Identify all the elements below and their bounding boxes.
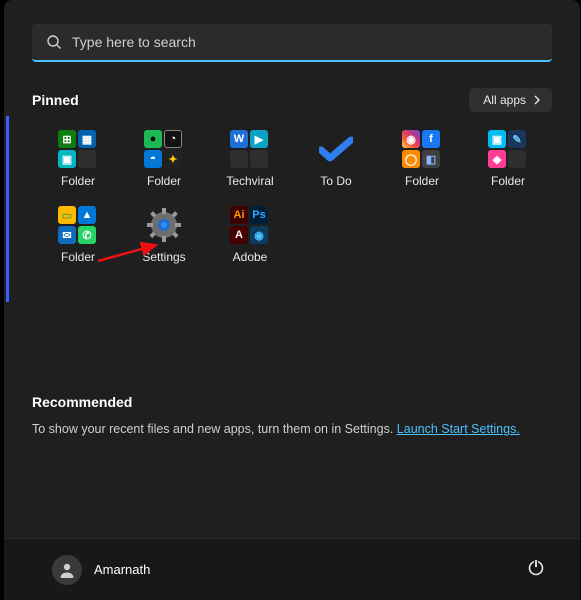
folder-icon: ▭ ▲ ✉ ✆ bbox=[58, 206, 98, 244]
folder-icon: ◉ f ◯ ◧ bbox=[402, 130, 442, 168]
window-accent-edge bbox=[6, 116, 9, 302]
pinned-app-todo[interactable]: To Do bbox=[294, 130, 378, 188]
pinned-grid: ⊞ ▦ ▣ Folder ● ◔ ◓ ✦ Folder W ▶ Te bbox=[36, 130, 580, 264]
launch-start-settings-link[interactable]: Launch Start Settings. bbox=[397, 422, 520, 436]
search-placeholder: Type here to search bbox=[72, 34, 196, 50]
recommended-text: To show your recent files and new apps, … bbox=[32, 422, 552, 436]
tile-label: Folder bbox=[491, 174, 525, 188]
user-account-button[interactable]: Amarnath bbox=[52, 555, 150, 585]
folder-icon: ⊞ ▦ ▣ bbox=[58, 130, 98, 168]
pinned-folder-4[interactable]: ▣ ✎ ◆ Folder bbox=[466, 130, 550, 188]
all-apps-button[interactable]: All apps bbox=[469, 88, 552, 112]
tile-label: Settings bbox=[142, 250, 185, 264]
power-button[interactable] bbox=[526, 557, 546, 582]
all-apps-label: All apps bbox=[483, 93, 526, 107]
search-box[interactable]: Type here to search bbox=[32, 24, 552, 62]
folder-icon: ▣ ✎ ◆ bbox=[488, 130, 528, 168]
pinned-folder-1[interactable]: ⊞ ▦ ▣ Folder bbox=[36, 130, 120, 188]
recommended-title: Recommended bbox=[32, 394, 552, 410]
start-menu: Type here to search Pinned All apps ⊞ ▦ … bbox=[4, 0, 580, 600]
user-name: Amarnath bbox=[94, 562, 150, 577]
pinned-folder-3[interactable]: ◉ f ◯ ◧ Folder bbox=[380, 130, 464, 188]
avatar-icon bbox=[52, 555, 82, 585]
pinned-folder-2[interactable]: ● ◔ ◓ ✦ Folder bbox=[122, 130, 206, 188]
start-footer: Amarnath bbox=[4, 538, 580, 600]
pinned-app-settings[interactable]: Settings bbox=[122, 206, 206, 264]
pinned-header: Pinned All apps bbox=[32, 88, 552, 112]
tile-label: Folder bbox=[405, 174, 439, 188]
tile-label: Adobe bbox=[233, 250, 268, 264]
pinned-folder-5[interactable]: ▭ ▲ ✉ ✆ Folder bbox=[36, 206, 120, 264]
recommended-section: Recommended To show your recent files an… bbox=[32, 394, 552, 436]
pinned-title: Pinned bbox=[32, 92, 79, 108]
tile-label: Techviral bbox=[226, 174, 273, 188]
recommended-message: To show your recent files and new apps, … bbox=[32, 422, 397, 436]
search-icon bbox=[46, 34, 62, 50]
settings-icon bbox=[144, 206, 184, 244]
folder-icon: W ▶ bbox=[230, 130, 270, 168]
tile-label: Folder bbox=[61, 250, 95, 264]
folder-icon: ● ◔ ◓ ✦ bbox=[144, 130, 184, 168]
chevron-right-icon bbox=[532, 95, 542, 105]
todo-icon bbox=[316, 130, 356, 168]
folder-icon: Ai Ps A ◉ bbox=[230, 206, 270, 244]
tile-label: To Do bbox=[320, 174, 351, 188]
tile-label: Folder bbox=[147, 174, 181, 188]
pinned-app-techviral[interactable]: W ▶ Techviral bbox=[208, 130, 292, 188]
tile-label: Folder bbox=[61, 174, 95, 188]
pinned-folder-adobe[interactable]: Ai Ps A ◉ Adobe bbox=[208, 206, 292, 264]
power-icon bbox=[526, 557, 546, 577]
